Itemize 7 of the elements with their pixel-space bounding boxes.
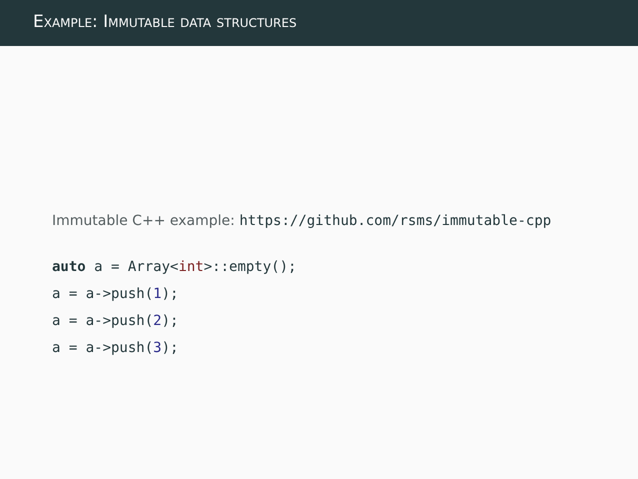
repository-link[interactable]: https://github.com/rsms/immutable-cpp [239,213,552,229]
slide-title: Example: Immutable data structures [33,11,297,34]
code-line: a = a->push(2); [52,312,180,331]
code-line: a = a->push(1); [52,285,180,304]
intro-sentence: Immutable C++ example: https://github.com/rsms/immutable-cpp [52,212,552,231]
code-line: auto a = Array<int>::empty(); [52,258,298,277]
code-line: a = a->push(3); [52,339,180,358]
